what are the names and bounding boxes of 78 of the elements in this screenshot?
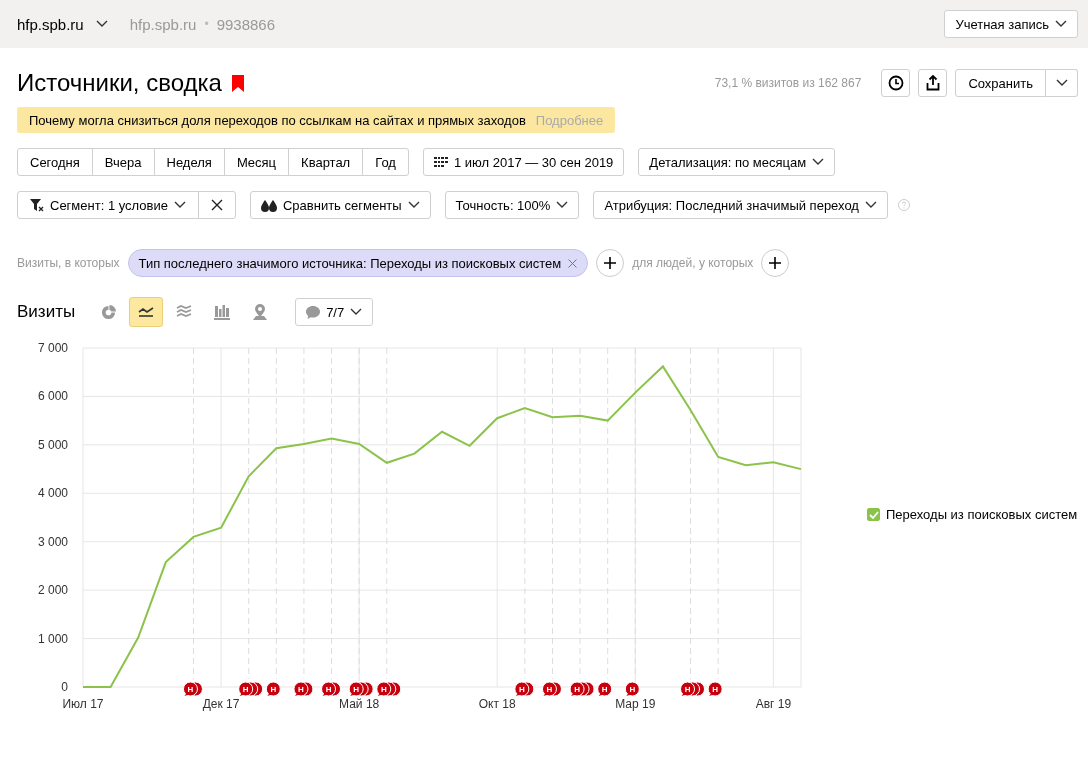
caret-icon [812, 158, 825, 166]
note-marker: Н [707, 681, 723, 697]
accuracy-dropdown[interactable]: Точность: 100% [444, 191, 580, 219]
help-icon [897, 199, 910, 211]
caret-icon [556, 201, 569, 209]
legend-item[interactable]: Переходы из поисковых систем [867, 507, 1078, 522]
chart-title: Визиты [17, 302, 76, 322]
note-marker: Н [597, 681, 613, 697]
filter-prefix: Визиты, в которых [17, 256, 120, 270]
period-button[interactable]: Вчера [91, 148, 155, 176]
segment-dropdown[interactable]: Сегмент: 1 условие [17, 191, 199, 219]
people-label: для людей, у которых [632, 256, 754, 270]
caret-icon [1055, 20, 1067, 28]
caret-icon [95, 20, 108, 28]
sample-info: 73,1 % визитов из 162 867 [714, 76, 862, 90]
separator-dot: • [204, 17, 209, 31]
period-button[interactable]: Год [362, 148, 409, 176]
note-marker: Н [265, 681, 281, 697]
filter-icon [30, 198, 44, 212]
y-axis-label: 3 000 [37, 534, 68, 549]
calendar-icon [433, 157, 448, 167]
plus-icon [604, 257, 617, 269]
y-axis-label: 7 000 [37, 341, 68, 355]
save-button[interactable]: Сохранить [955, 69, 1046, 97]
line-chart-button[interactable] [129, 297, 164, 327]
close-icon [210, 199, 223, 211]
y-axis-label: 2 000 [37, 583, 68, 598]
period-button[interactable]: Квартал [288, 148, 364, 176]
compare-segments-dropdown[interactable]: Сравнить сегменты [249, 191, 431, 219]
attribution-dropdown[interactable]: Атрибуция: Последний значимый переход [593, 191, 888, 219]
detail-dropdown[interactable]: Детализация: по месяцам [638, 148, 836, 176]
counter-id: 9938866 [216, 15, 276, 33]
pie-chart-icon [100, 304, 116, 320]
export-button[interactable] [918, 69, 948, 97]
x-axis-label: Июл 17 [62, 697, 104, 711]
counter-site: hfp.spb.ru [129, 15, 197, 33]
notes-dropdown[interactable]: 7/7 [295, 298, 374, 326]
add-condition-button[interactable] [596, 249, 625, 277]
line-chart-icon [138, 306, 155, 318]
x-axis-label: Авг 19 [755, 697, 792, 711]
y-axis-label: 1 000 [37, 631, 68, 646]
site-selector[interactable]: hfp.spb.ru [17, 15, 108, 33]
clear-segment-button[interactable] [197, 191, 236, 219]
caret-icon [350, 308, 363, 316]
condition-chip[interactable]: Тип последнего значимого источника: Переходы из поисковых систем [127, 249, 589, 277]
period-button[interactable]: Сегодня [17, 148, 93, 176]
notice-text: Почему могла снизиться доля переходов по ссылкам на сайтах и прямых заходов [29, 112, 526, 128]
remove-icon [568, 258, 578, 268]
legend-checkbox[interactable] [867, 508, 880, 521]
x-axis-label: Май 18 [339, 697, 380, 711]
y-axis-label: 5 000 [37, 437, 68, 452]
map-pin-icon [253, 304, 268, 320]
y-axis-label: 4 000 [37, 486, 68, 501]
drops-icon [260, 198, 277, 212]
account-button[interactable]: Учетная запись [944, 10, 1078, 38]
date-range-button[interactable]: 1 июл 2017 — 30 сен 2019 [422, 148, 625, 176]
plus-icon [769, 257, 782, 269]
caret-icon [173, 201, 186, 209]
period-button[interactable]: Неделя [153, 148, 225, 176]
share-icon [925, 75, 940, 91]
clock-icon [887, 75, 904, 91]
x-axis-label: Дек 17 [202, 697, 240, 711]
history-button[interactable] [881, 69, 911, 97]
bar-chart-icon [214, 304, 231, 320]
period-button[interactable]: Месяц [223, 148, 290, 176]
y-axis-label: 0 [61, 680, 68, 694]
caret-icon [864, 201, 877, 209]
save-options-button[interactable] [1046, 69, 1078, 97]
add-people-condition-button[interactable] [761, 249, 790, 277]
stacked-area-icon [176, 305, 193, 319]
x-axis-label: Мар 19 [615, 697, 656, 711]
comment-icon [306, 305, 321, 319]
caret-icon [407, 201, 420, 209]
page-title: Источники, сводка [17, 69, 222, 97]
caret-icon [1055, 79, 1068, 87]
note-marker: Н [624, 681, 640, 697]
y-axis-label: 6 000 [37, 389, 68, 404]
x-axis-label: Окт 18 [478, 697, 516, 711]
